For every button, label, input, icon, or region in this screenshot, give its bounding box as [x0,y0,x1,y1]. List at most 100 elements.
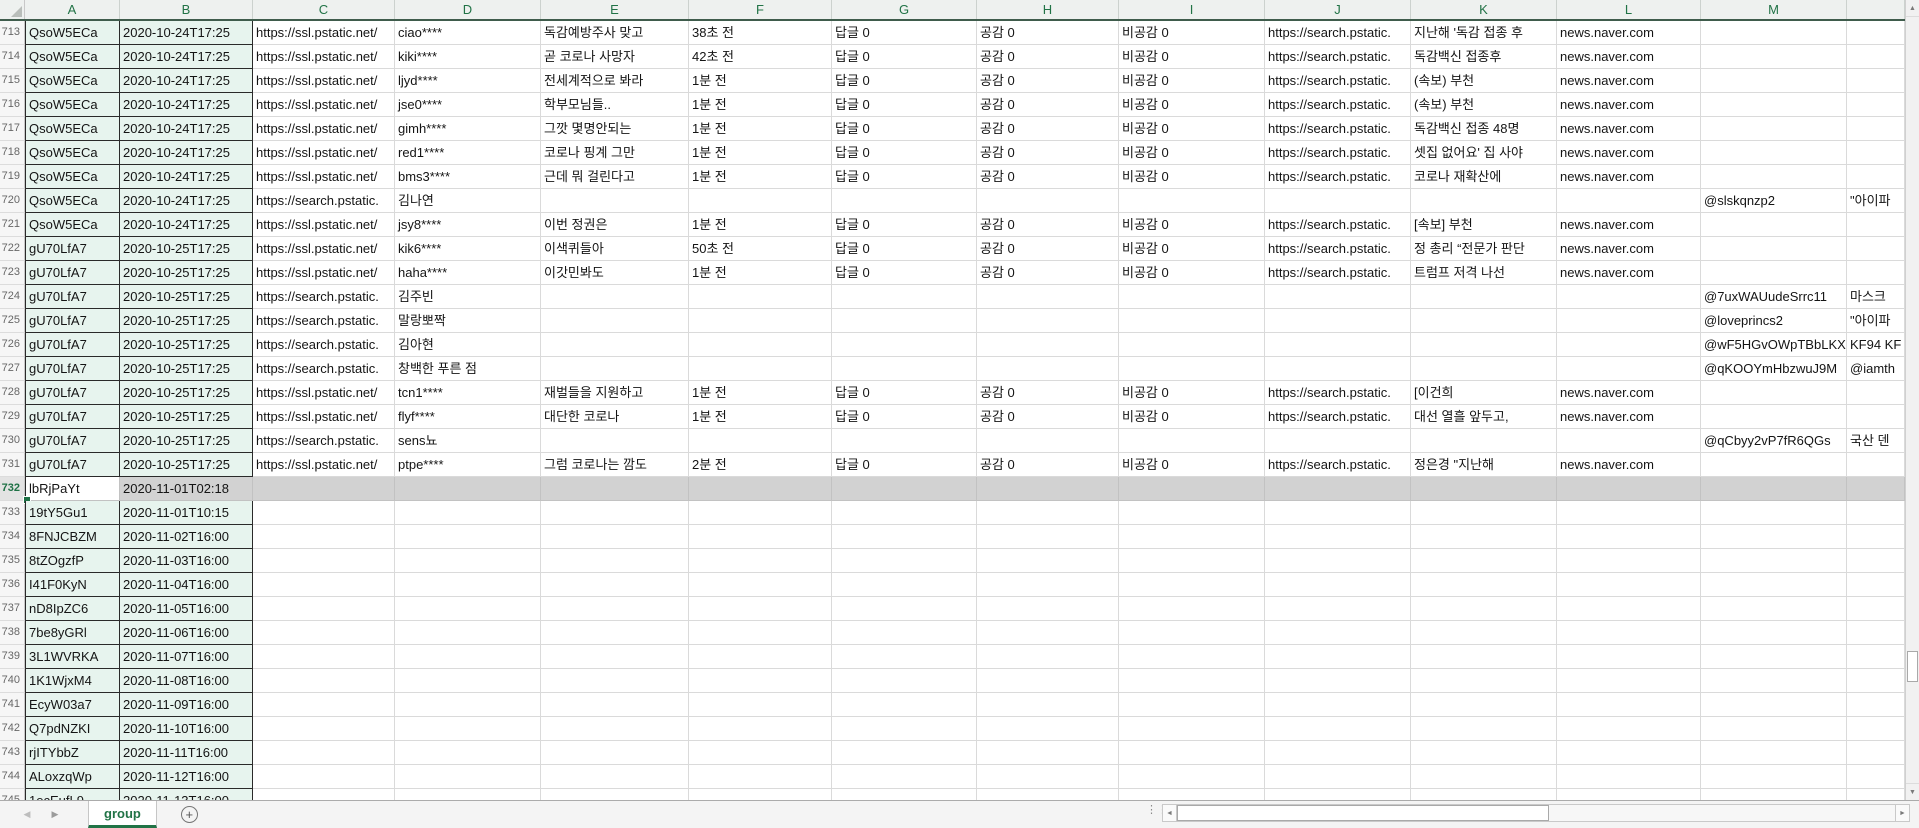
cell-L723[interactable]: news.naver.com [1557,261,1701,285]
cell-H726[interactable] [977,333,1119,357]
cell-K722[interactable]: 정 총리 “전문가 판단 [1411,237,1557,261]
cell-J744[interactable] [1265,765,1411,789]
cell-F742[interactable] [689,717,832,741]
cell-B745[interactable]: 2020-11-13T16:00 [120,789,253,800]
cell-K731[interactable]: 정은경 "지난해 [1411,453,1557,477]
cell-K736[interactable] [1411,573,1557,597]
cell-H745[interactable] [977,789,1119,800]
cell-E719[interactable]: 근데 뭐 걸린다고 [541,165,689,189]
cell-H715[interactable]: 공감 0 [977,69,1119,93]
cell-N727[interactable]: @iamth [1847,357,1905,381]
cell-J738[interactable] [1265,621,1411,645]
cell-F724[interactable] [689,285,832,309]
horizontal-scrollbar[interactable]: ◄ ► [1162,804,1910,822]
cell-G743[interactable] [832,741,977,765]
cell-I721[interactable]: 비공감 0 [1119,213,1265,237]
cell-N722[interactable] [1847,237,1905,261]
cell-M728[interactable] [1701,381,1847,405]
col-header-F[interactable]: F [689,0,832,19]
cell-B722[interactable]: 2020-10-25T17:25 [120,237,253,261]
row-header-741[interactable]: 741 [0,693,25,717]
cell-I722[interactable]: 비공감 0 [1119,237,1265,261]
cell-J729[interactable]: https://search.pstatic. [1265,405,1411,429]
cell-J736[interactable] [1265,573,1411,597]
row-header-723[interactable]: 723 [0,261,25,285]
cell-E729[interactable]: 대단한 코로나 [541,405,689,429]
cell-A723[interactable]: gU70LfA7 [25,261,120,285]
cell-B734[interactable]: 2020-11-02T16:00 [120,525,253,549]
cell-K741[interactable] [1411,693,1557,717]
cell-A733[interactable]: 19tY5Gu1 [25,501,120,525]
cell-A715[interactable]: QsoW5ECa [25,69,120,93]
cell-A718[interactable]: QsoW5ECa [25,141,120,165]
cell-G725[interactable] [832,309,977,333]
cell-H721[interactable]: 공감 0 [977,213,1119,237]
row-header-743[interactable]: 743 [0,741,25,765]
cell-N729[interactable] [1847,405,1905,429]
cell-B741[interactable]: 2020-11-09T16:00 [120,693,253,717]
cell-M717[interactable] [1701,117,1847,141]
row-header-713[interactable]: 713 [0,21,25,45]
cell-D723[interactable]: haha**** [395,261,541,285]
cell-A722[interactable]: gU70LfA7 [25,237,120,261]
row-header-726[interactable]: 726 [0,333,25,357]
cell-L736[interactable] [1557,573,1701,597]
cell-D720[interactable]: 김나연 [395,189,541,213]
cell-D713[interactable]: ciao**** [395,21,541,45]
cell-C725[interactable]: https://search.pstatic. [253,309,395,333]
cell-G713[interactable]: 답글 0 [832,21,977,45]
cell-C716[interactable]: https://ssl.pstatic.net/ [253,93,395,117]
cell-G718[interactable]: 답글 0 [832,141,977,165]
horizontal-scrollbar-thumb[interactable] [1177,805,1549,821]
cell-K721[interactable]: [속보] 부천 [1411,213,1557,237]
cell-G728[interactable]: 답글 0 [832,381,977,405]
cell-C740[interactable] [253,669,395,693]
cell-K733[interactable] [1411,501,1557,525]
cell-D732[interactable] [395,477,541,501]
cell-M714[interactable] [1701,45,1847,69]
cell-I720[interactable] [1119,189,1265,213]
cell-H723[interactable]: 공감 0 [977,261,1119,285]
cell-E742[interactable] [541,717,689,741]
cell-N741[interactable] [1847,693,1905,717]
cell-D721[interactable]: jsy8**** [395,213,541,237]
cell-C742[interactable] [253,717,395,741]
cell-N725[interactable]: "아이파 [1847,309,1905,333]
cell-L720[interactable] [1557,189,1701,213]
cell-E723[interactable]: 이갓민봐도 [541,261,689,285]
cell-L724[interactable] [1557,285,1701,309]
cell-M730[interactable]: @qCbyy2vP7fR6QGs [1701,429,1847,453]
cell-G715[interactable]: 답글 0 [832,69,977,93]
cell-E715[interactable]: 전세계적으로 봐라 [541,69,689,93]
tab-scroll-left-icon[interactable]: ◀ [20,809,34,820]
col-header-I[interactable]: I [1119,0,1265,19]
cell-L721[interactable]: news.naver.com [1557,213,1701,237]
cell-F741[interactable] [689,693,832,717]
cell-I723[interactable]: 비공감 0 [1119,261,1265,285]
cell-N735[interactable] [1847,549,1905,573]
cell-B716[interactable]: 2020-10-24T17:25 [120,93,253,117]
cell-C714[interactable]: https://ssl.pstatic.net/ [253,45,395,69]
cell-F739[interactable] [689,645,832,669]
cell-L722[interactable]: news.naver.com [1557,237,1701,261]
horizontal-scrollbar-track[interactable] [1177,804,1895,822]
cell-G740[interactable] [832,669,977,693]
cell-E716[interactable]: 학부모님들.. [541,93,689,117]
col-header-E[interactable]: E [541,0,689,19]
cell-K715[interactable]: (속보) 부천 [1411,69,1557,93]
cell-J722[interactable]: https://search.pstatic. [1265,237,1411,261]
cell-I738[interactable] [1119,621,1265,645]
cell-N717[interactable] [1847,117,1905,141]
cell-N728[interactable] [1847,381,1905,405]
cell-H722[interactable]: 공감 0 [977,237,1119,261]
cell-K734[interactable] [1411,525,1557,549]
row-header-732[interactable]: 732 [0,477,25,501]
col-header-C[interactable]: C [253,0,395,19]
cell-G721[interactable]: 답글 0 [832,213,977,237]
cell-C735[interactable] [253,549,395,573]
cell-F737[interactable] [689,597,832,621]
row-header-721[interactable]: 721 [0,213,25,237]
cell-F729[interactable]: 1분 전 [689,405,832,429]
cell-B718[interactable]: 2020-10-24T17:25 [120,141,253,165]
cell-H727[interactable] [977,357,1119,381]
